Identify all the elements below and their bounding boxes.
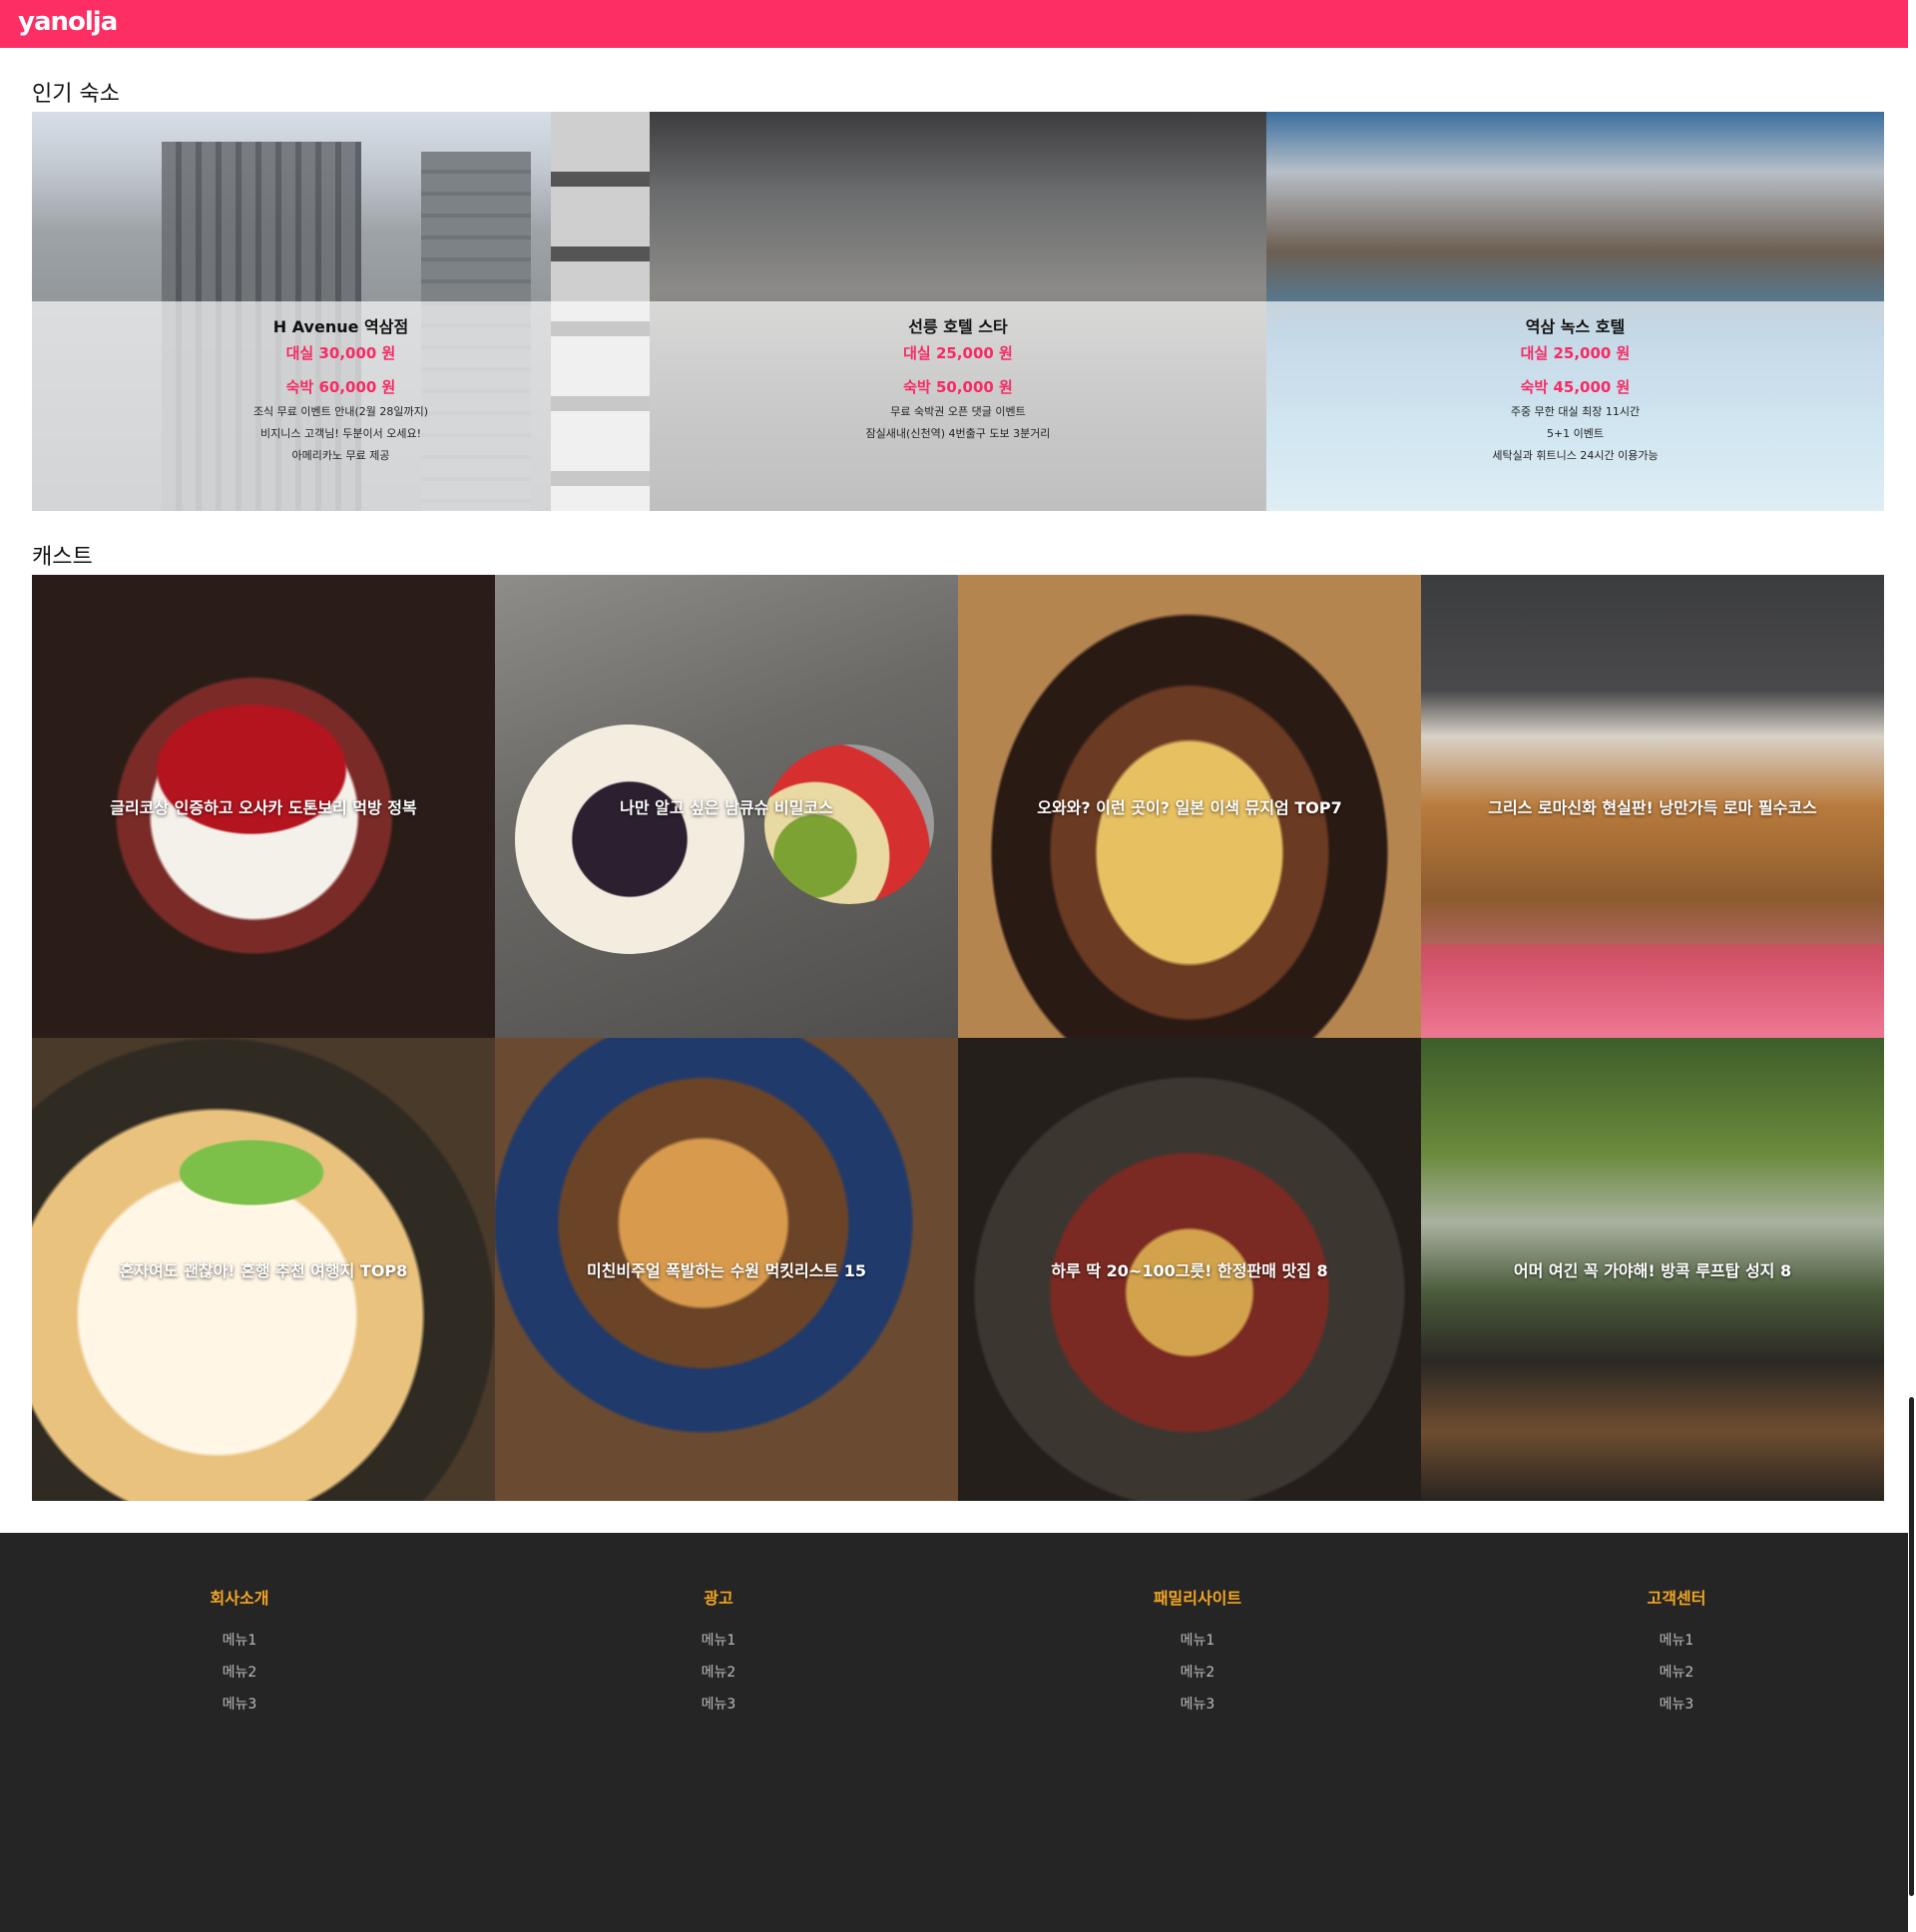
night-price: 숙박 50,000 원 xyxy=(903,378,1013,396)
footer-link[interactable]: 메뉴3 xyxy=(1098,1689,1297,1720)
hotel-note: 조식 무료 이벤트 안내(2월 28일까지) xyxy=(252,405,429,418)
hotel-card-h-avenue[interactable]: H Avenue 역삼점 대실 30,000 원 숙박 60,000 원 조식 … xyxy=(32,112,650,511)
cast-caption: 하루 딱 20~100그릇! 한정판매 맛집 8 xyxy=(1051,1261,1328,1280)
footer-link[interactable]: 메뉴2 xyxy=(619,1657,818,1689)
night-price: 숙박 60,000 원 xyxy=(285,378,396,396)
footer-link[interactable]: 메뉴1 xyxy=(140,1625,339,1657)
cast-card[interactable]: 글리코상 인증하고 오사카 도톤보리 먹방 정복 xyxy=(32,575,495,1038)
footer-link[interactable]: 메뉴1 xyxy=(1098,1625,1297,1657)
footer-link[interactable]: 메뉴3 xyxy=(619,1689,818,1720)
footer-column-company: 회사소개 메뉴1 메뉴2 메뉴3 xyxy=(140,1589,339,1720)
hotel-note: 잠실새내(신천역) 4번출구 도보 3분거리 xyxy=(865,427,1051,440)
hotel-note: 비지니스 고객님! 두분이서 오세요! xyxy=(260,427,421,440)
footer-column-title: 회사소개 xyxy=(210,1589,269,1608)
hotel-card-star[interactable]: 선릉 호텔 스타 대실 25,000 원 숙박 50,000 원 무료 숙박권 … xyxy=(650,112,1266,511)
cast-title: 캐스트 xyxy=(32,545,93,570)
cast-card[interactable]: 그리스 로마신화 현실판! 낭만가득 로마 필수코스 xyxy=(1421,575,1884,1038)
hotel-name: 역삼 녹스 호텔 xyxy=(1525,317,1626,336)
footer-link[interactable]: 메뉴2 xyxy=(1577,1657,1776,1689)
footer-column-title: 고객센터 xyxy=(1647,1589,1706,1608)
hotel-name: 선릉 호텔 스타 xyxy=(908,317,1008,336)
cast-caption: 오와와? 이런 곳이? 일본 이색 뮤지엄 TOP7 xyxy=(1037,798,1342,817)
scrollbar-thumb[interactable] xyxy=(1909,1397,1914,1896)
cast-grid: 글리코상 인증하고 오사카 도톤보리 먹방 정복 나만 알고 싶은 남큐슈 비밀… xyxy=(32,575,1884,1501)
footer-column-family: 패밀리사이트 메뉴1 메뉴2 메뉴3 xyxy=(1098,1589,1297,1720)
footer-column-ads: 광고 메뉴1 메뉴2 메뉴3 xyxy=(619,1589,818,1720)
footer-link[interactable]: 메뉴3 xyxy=(1577,1689,1776,1720)
cast-card[interactable]: 하루 딱 20~100그릇! 한정판매 맛집 8 xyxy=(958,1038,1421,1501)
top-header: yanolja xyxy=(0,0,1916,48)
footer-column-support: 고객센터 메뉴1 메뉴2 메뉴3 xyxy=(1577,1589,1776,1720)
hotel-note: 세탁실과 휘트니스 24시간 이용가능 xyxy=(1492,449,1659,462)
hotel-note: 5+1 이벤트 xyxy=(1546,427,1605,440)
night-price: 숙박 45,000 원 xyxy=(1520,378,1631,396)
yanolja-logo[interactable]: yanolja xyxy=(18,7,118,37)
hotel-card-nox[interactable]: 역삼 녹스 호텔 대실 25,000 원 숙박 45,000 원 주중 무한 대… xyxy=(1266,112,1884,511)
cast-caption: 혼자여도 괜찮아! 혼행 추천 여행지 TOP8 xyxy=(119,1261,408,1280)
cast-card[interactable]: 미친비주얼 폭발하는 수원 먹킷리스트 15 xyxy=(495,1038,958,1501)
cast-caption: 그리스 로마신화 현실판! 낭만가득 로마 필수코스 xyxy=(1488,798,1817,817)
cast-card[interactable]: 오와와? 이런 곳이? 일본 이색 뮤지엄 TOP7 xyxy=(958,575,1421,1038)
footer-column-title: 패밀리사이트 xyxy=(1153,1589,1242,1608)
day-price: 대실 25,000 원 xyxy=(903,344,1013,362)
cast-caption: 어머 여긴 꼭 가야해! 방콕 루프탑 성지 8 xyxy=(1513,1261,1792,1280)
hotel-note: 주중 무한 대실 최장 11시간 xyxy=(1510,405,1641,418)
footer-column-title: 광고 xyxy=(704,1589,733,1608)
cast-caption: 글리코상 인증하고 오사카 도톤보리 먹방 정복 xyxy=(110,798,417,817)
day-price: 대실 25,000 원 xyxy=(1520,344,1631,362)
popular-hotels-title: 인기 숙소 xyxy=(32,82,120,107)
day-price: 대실 30,000 원 xyxy=(285,344,396,362)
footer-link[interactable]: 메뉴1 xyxy=(1577,1625,1776,1657)
cast-caption: 미친비주얼 폭발하는 수원 먹킷리스트 15 xyxy=(586,1261,867,1280)
hotel-name: H Avenue 역삼점 xyxy=(272,317,409,336)
hotel-note: 아메리카노 무료 제공 xyxy=(291,449,390,462)
hotel-list: H Avenue 역삼점 대실 30,000 원 숙박 60,000 원 조식 … xyxy=(32,112,1884,511)
cast-card[interactable]: 혼자여도 괜찮아! 혼행 추천 여행지 TOP8 xyxy=(32,1038,495,1501)
footer-link[interactable]: 메뉴3 xyxy=(140,1689,339,1720)
cast-card[interactable]: 나만 알고 싶은 남큐슈 비밀코스 xyxy=(495,575,958,1038)
hotel-note: 무료 숙박권 오픈 댓글 이벤트 xyxy=(890,405,1026,418)
site-footer: 회사소개 메뉴1 메뉴2 메뉴3 광고 메뉴1 메뉴2 메뉴3 패밀리사이트 메… xyxy=(0,1533,1916,1932)
footer-link[interactable]: 메뉴2 xyxy=(140,1657,339,1689)
cast-caption: 나만 알고 싶은 남큐슈 비밀코스 xyxy=(620,798,833,817)
footer-link[interactable]: 메뉴1 xyxy=(619,1625,818,1657)
footer-link[interactable]: 메뉴2 xyxy=(1098,1657,1297,1689)
cast-card[interactable]: 어머 여긴 꼭 가야해! 방콕 루프탑 성지 8 xyxy=(1421,1038,1884,1501)
